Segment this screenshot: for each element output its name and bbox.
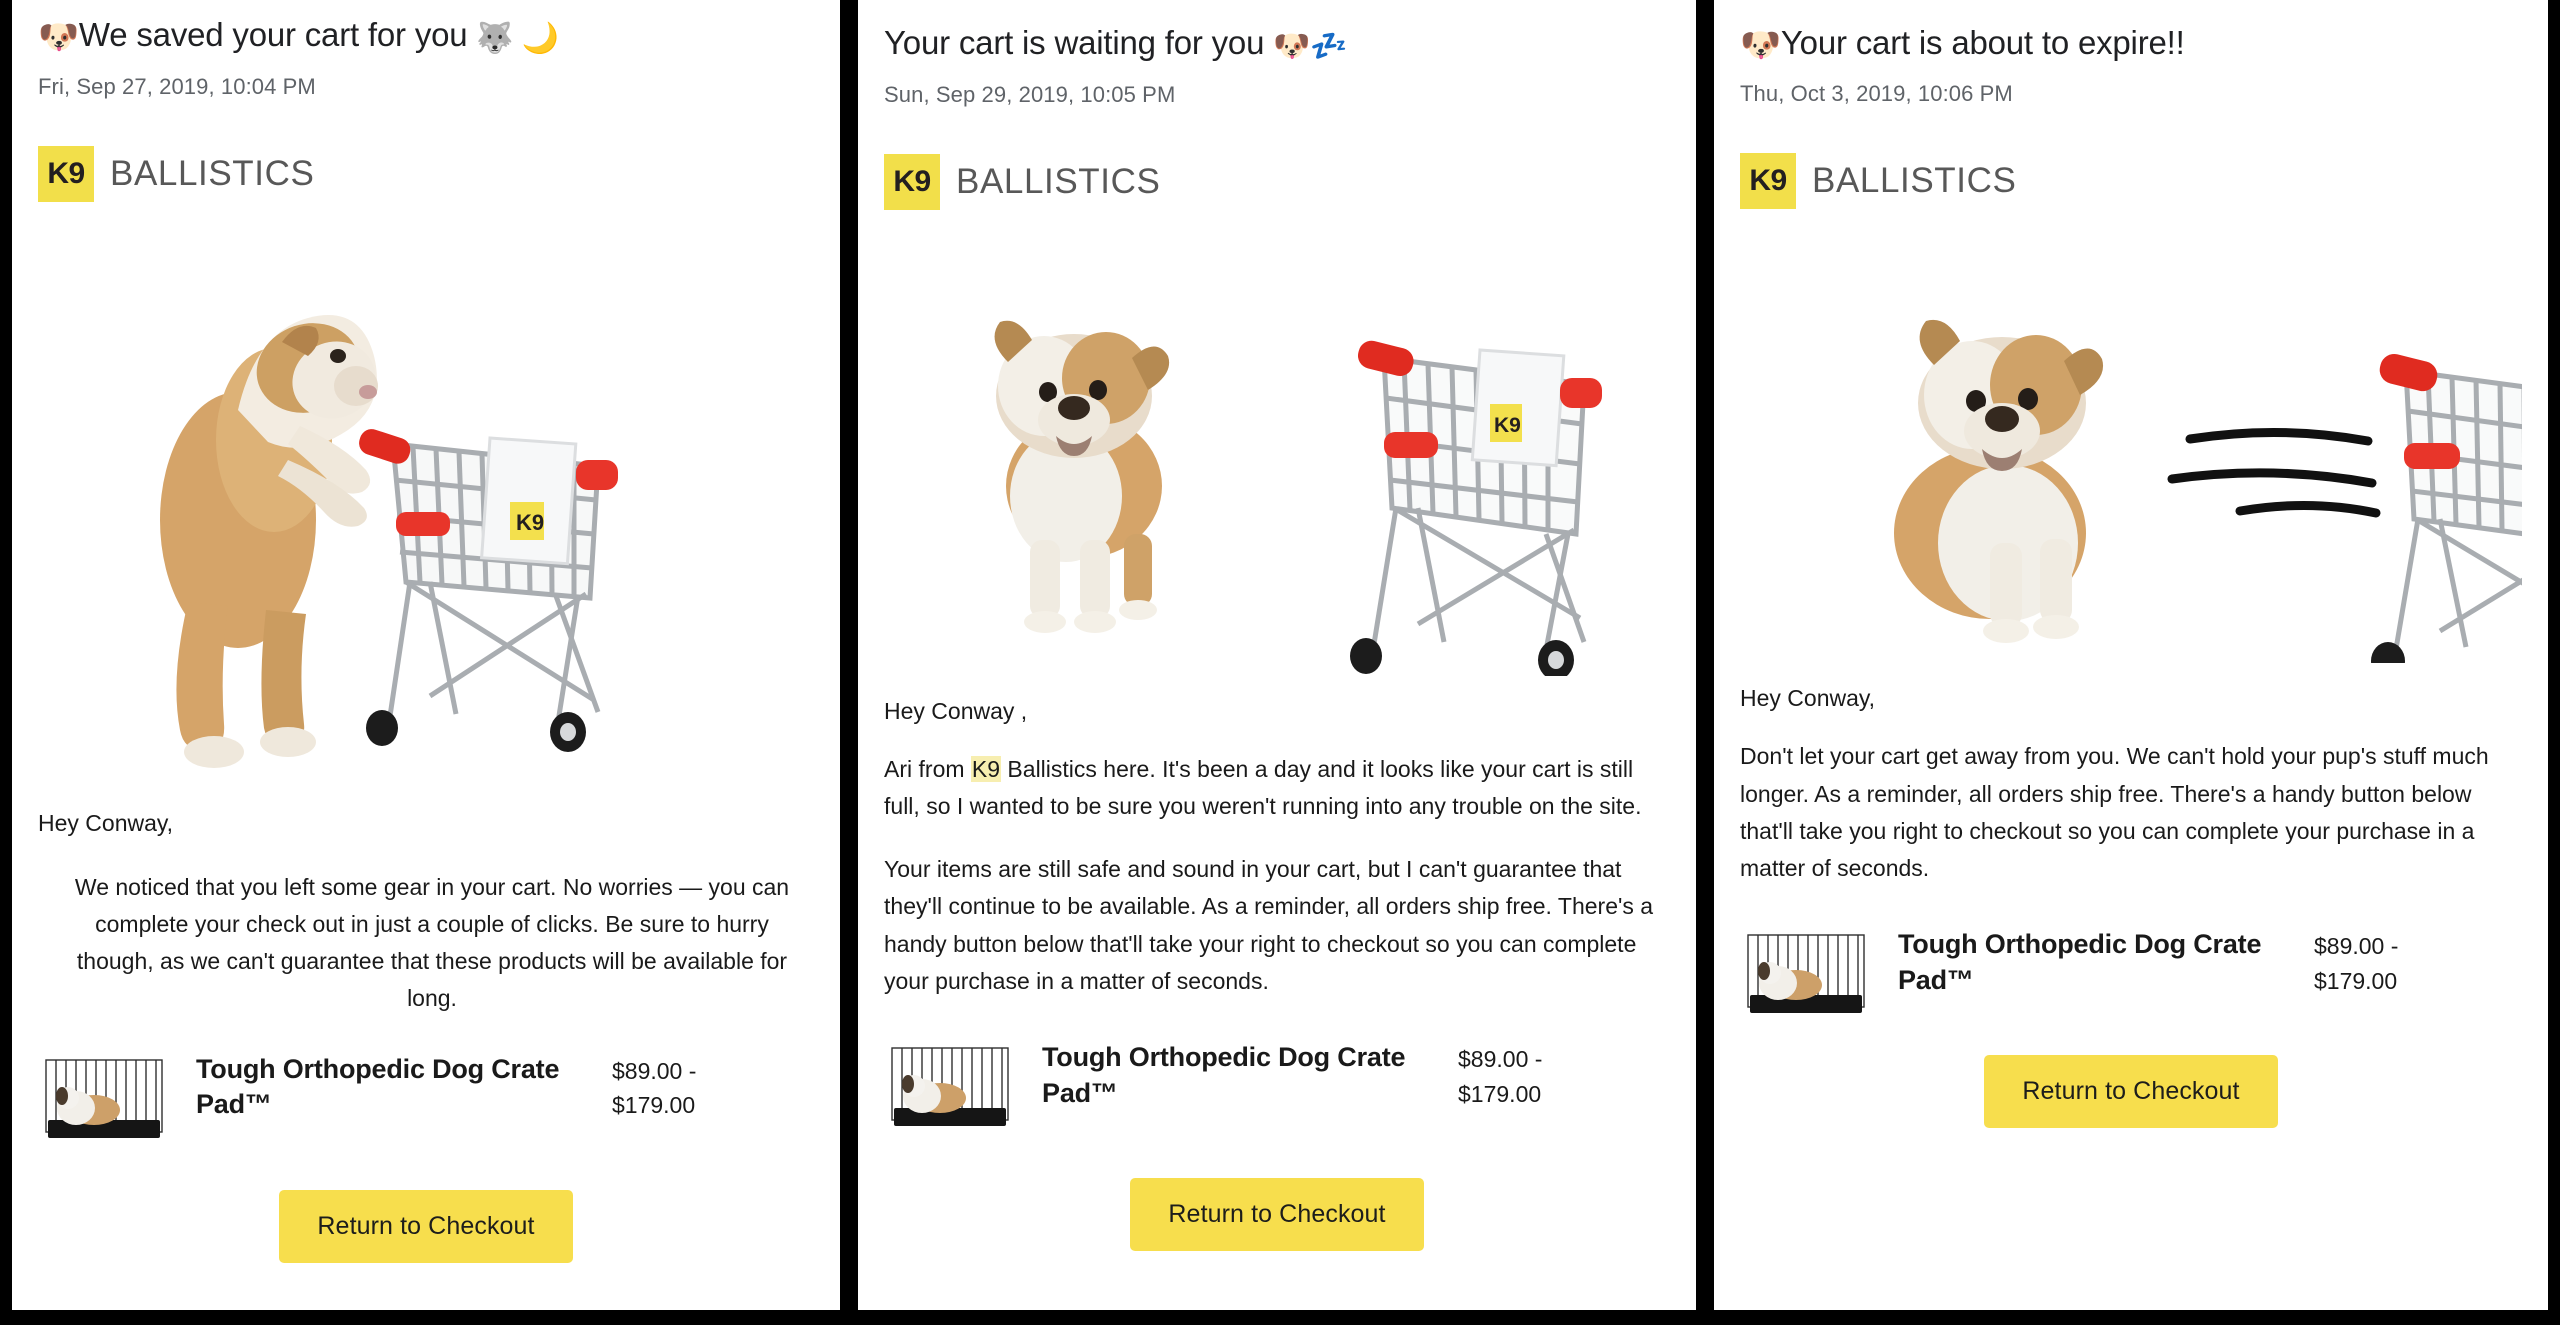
brand-logo-2[interactable]: K9 BALLISTICS — [884, 108, 1670, 210]
product-row-1[interactable]: Tough Orthopedic Dog Crate Pad™ $89.00 -… — [38, 1018, 814, 1150]
email-subject-text: Your cart is waiting for you — [884, 24, 1265, 61]
bulldog-pushing-cart-illustration: K9 — [160, 314, 618, 768]
email-panel-1: 🐶We saved your cart for you 🐺 🌙 Fri, Sep… — [12, 0, 841, 1310]
body-paragraph-2a: Ari from K9 Ballistics here. It's been a… — [884, 725, 1670, 826]
product-price-1: $89.00 - $179.00 — [612, 1046, 696, 1123]
price-line-2: $179.00 — [612, 1092, 696, 1118]
cta-container-2: Return to Checkout — [884, 1138, 1670, 1251]
svg-text:K9: K9 — [516, 510, 544, 535]
body-paragraph-1: We noticed that you left some gear in yo… — [74, 873, 790, 1012]
email-comparison-screen: 🐶We saved your cart for you 🐺 🌙 Fri, Sep… — [0, 0, 2560, 1325]
product-title-1: Tough Orthopedic Dog Crate Pad™ — [196, 1053, 560, 1120]
hero-image-3 — [1740, 243, 2522, 664]
product-title-3: Tough Orthopedic Dog Crate Pad™ — [1898, 929, 2262, 995]
greeting-3: Hey Conway, — [1740, 685, 1876, 712]
crate-image — [1744, 929, 1868, 1021]
brand-logo-1[interactable]: K9 BALLISTICS — [38, 100, 814, 202]
k9-logo-mark: K9 — [38, 145, 94, 202]
greeting-2: Hey Conway , — [884, 697, 1028, 724]
product-row-2[interactable]: Tough Orthopedic Dog Crate Pad™ $89.00 -… — [884, 1000, 1670, 1138]
price-line-1: $89.00 - — [2314, 933, 2399, 960]
body-paragraph-3: Don't let your cart get away from you. W… — [1740, 743, 2489, 881]
email-subject-text: We saved your cart for you — [78, 16, 468, 53]
cta-container-3: Return to Checkout — [1740, 1025, 2522, 1129]
price-line-1: $89.00 - — [612, 1057, 697, 1084]
product-title-2: Tough Orthopedic Dog Crate Pad™ — [1042, 1042, 1406, 1108]
product-thumbnail-1 — [38, 1045, 170, 1150]
return-to-checkout-button-1[interactable]: Return to Checkout — [279, 1189, 573, 1263]
crate-image — [42, 1054, 166, 1146]
wolf-moon-icon: 🐺 🌙 — [476, 22, 559, 55]
product-price-3: $89.00 - $179.00 — [2314, 921, 2398, 998]
email-date-1: Fri, Sep 27, 2019, 10:04 PM — [38, 73, 316, 99]
paragraph-text: Ari from K9 Ballistics here. It's been a… — [884, 755, 1642, 819]
email-date-2: Sun, Sep 29, 2019, 10:05 PM — [884, 81, 1176, 107]
bulldog-beside-cart-illustration: K9 — [994, 320, 1603, 676]
k9-logo-mark: K9 — [884, 153, 941, 210]
brand-name-text: BALLISTICS — [110, 153, 315, 193]
return-to-checkout-button-3[interactable]: Return to Checkout — [1984, 1055, 2278, 1129]
email-subject-1: 🐶We saved your cart for you 🐺 🌙 — [38, 0, 814, 58]
email-subject-3: 🐶Your cart is about to expire!! — [1740, 0, 2522, 65]
bulldog-watching-cart-speed-away-illustration — [1894, 320, 2522, 664]
body-paragraph-2b: Your items are still safe and sound in y… — [884, 856, 1654, 994]
email-subject-2: Your cart is waiting for you 🐶💤 — [884, 0, 1670, 66]
product-thumbnail-2 — [884, 1034, 1017, 1138]
dog-face-icon: 🐶 — [1740, 26, 1781, 63]
email-panel-3: 🐶Your cart is about to expire!! Thu, Oct… — [1714, 0, 2548, 1310]
hero-image-2: K9 — [884, 245, 1670, 676]
greeting-1: Hey Conway, — [38, 809, 174, 836]
dog-sleeping-icon: 🐶💤 — [1273, 30, 1348, 63]
product-price-2: $89.00 - $179.00 — [1458, 1034, 1542, 1111]
return-to-checkout-button-2[interactable]: Return to Checkout — [1130, 1178, 1424, 1251]
product-row-3[interactable]: Tough Orthopedic Dog Crate Pad™ $89.00 -… — [1740, 887, 2522, 1026]
email-date-3: Thu, Oct 3, 2019, 10:06 PM — [1740, 81, 2013, 107]
dog-face-icon: 🐶 — [38, 18, 79, 55]
svg-text:K9: K9 — [1494, 414, 1521, 437]
price-line-1: $89.00 - — [1458, 1046, 1543, 1072]
brand-logo-3[interactable]: K9 BALLISTICS — [1740, 107, 2522, 210]
brand-name-text: BALLISTICS — [956, 161, 1161, 201]
email-subject-text: Your cart is about to expire!! — [1780, 24, 2185, 61]
brand-name-text: BALLISTICS — [1812, 161, 2017, 201]
product-thumbnail-3 — [1740, 921, 1872, 1026]
price-line-2: $179.00 — [1458, 1080, 1542, 1107]
crate-image — [888, 1042, 1012, 1134]
cta-container-1: Return to Checkout — [38, 1150, 814, 1263]
highlighted-brand-word: K9 — [970, 755, 1002, 782]
hero-image-1: K9 — [38, 229, 815, 790]
price-line-2: $179.00 — [2314, 967, 2398, 994]
email-panel-2: Your cart is waiting for you 🐶💤 Sun, Sep… — [858, 0, 1696, 1310]
k9-logo-mark: K9 — [1740, 153, 1796, 210]
